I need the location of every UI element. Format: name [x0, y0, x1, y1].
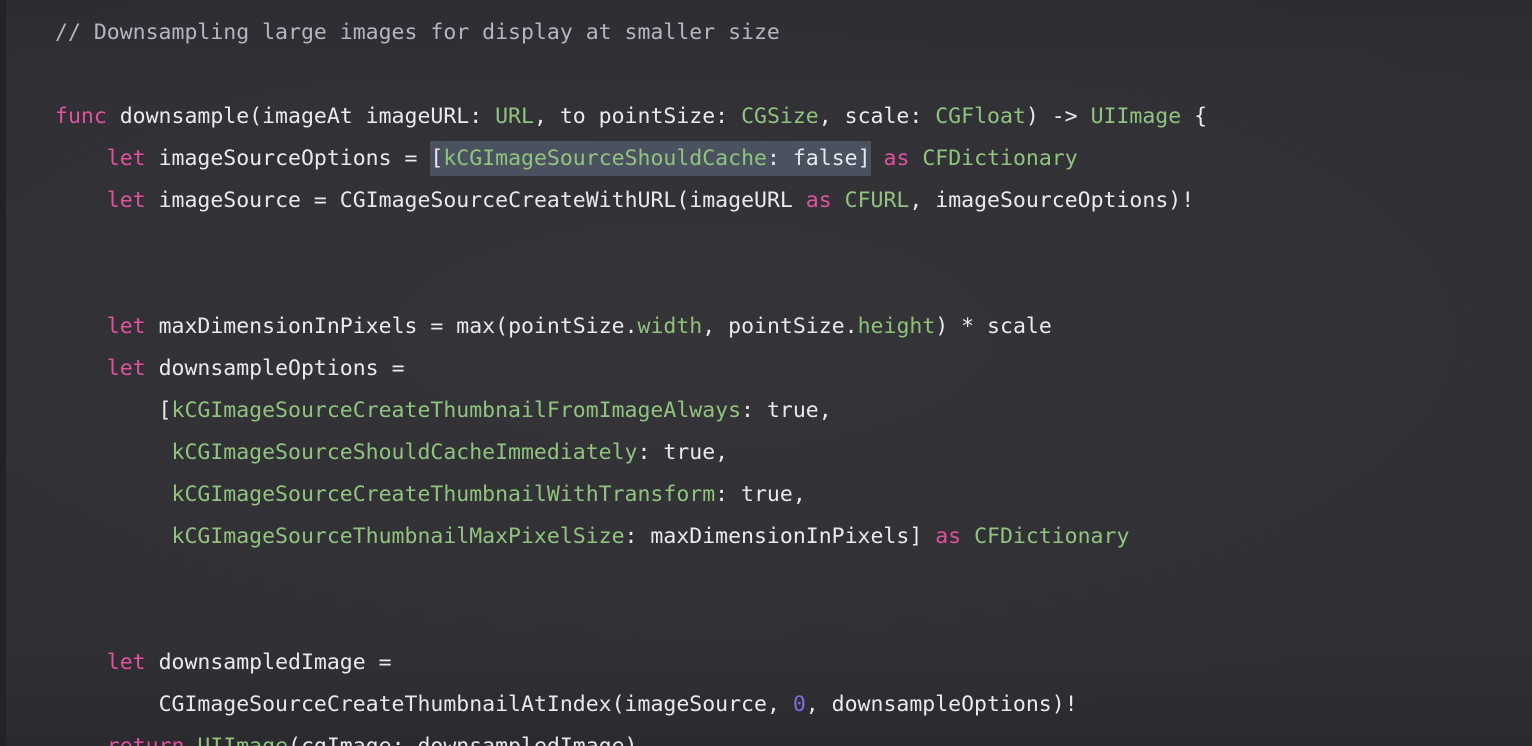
- code-line[interactable]: [6, 222, 1532, 264]
- code-token: ,: [715, 440, 729, 465]
- code-token: ) ->: [1025, 104, 1091, 129]
- code-token: height: [857, 314, 936, 339]
- code-token: downsampleOptions =: [145, 356, 405, 381]
- code-block[interactable]: // Downsampling large images for display…: [6, 0, 1532, 746]
- code-token: , imageSourceOptions)!: [909, 188, 1195, 213]
- code-token: , scale:: [818, 104, 936, 129]
- code-token: :: [715, 482, 742, 507]
- code-token: URL: [495, 104, 534, 129]
- code-token: kCGImageSourceThumbnailMaxPixelSize: [171, 524, 625, 549]
- code-token: :: [637, 440, 664, 465]
- code-token: {: [1181, 104, 1208, 129]
- code-token: CFURL: [844, 188, 910, 213]
- code-token: (pointSize.: [495, 314, 638, 339]
- code-token: max: [456, 314, 496, 339]
- code-token: true: [741, 482, 793, 507]
- code-token: [: [55, 398, 172, 423]
- code-token: (imageSource,: [611, 692, 793, 717]
- code-token: kCGImageSourceShouldCacheImmediately: [171, 440, 638, 465]
- code-token: imageSource =: [145, 188, 340, 213]
- code-line[interactable]: func downsample(imageAt imageURL: URL, t…: [6, 96, 1532, 138]
- code-line[interactable]: [6, 558, 1532, 600]
- code-token: downsample(imageAt imageURL:: [106, 104, 496, 129]
- code-token: imageSourceOptions =: [145, 146, 431, 171]
- code-token: CGFloat: [935, 104, 1026, 129]
- code-token: , pointSize.: [702, 314, 858, 339]
- code-token: CFDictionary: [974, 524, 1130, 549]
- code-line[interactable]: [6, 600, 1532, 642]
- code-token: as: [935, 524, 962, 549]
- code-token: (cgImage: downsampledImage): [288, 734, 638, 746]
- code-token: return: [107, 734, 185, 746]
- selected-code-token: :: [766, 141, 793, 176]
- code-token: kCGImageSourceCreateThumbnailFromImageAl…: [171, 398, 742, 423]
- code-editor-surface[interactable]: // Downsampling large images for display…: [0, 0, 1532, 746]
- code-token: 0: [792, 692, 806, 717]
- code-line[interactable]: [6, 264, 1532, 306]
- code-line[interactable]: [6, 54, 1532, 96]
- code-token: :: [741, 398, 767, 423]
- code-token: UIImage: [1090, 104, 1182, 129]
- code-token: func: [55, 104, 107, 129]
- code-token: true: [663, 440, 716, 465]
- selected-code-token: [: [430, 141, 444, 176]
- code-token: CFDictionary: [922, 146, 1078, 171]
- code-line[interactable]: kCGImageSourceCreateThumbnailWithTransfo…: [6, 474, 1532, 516]
- code-line[interactable]: // Downsampling large images for display…: [6, 12, 1532, 54]
- code-token: let: [106, 146, 146, 171]
- code-line[interactable]: CGImageSourceCreateThumbnailAtIndex(imag…: [6, 684, 1532, 726]
- code-token: ,: [792, 482, 806, 507]
- code-token: ) * scale: [935, 314, 1052, 339]
- code-token: , downsampleOptions)!: [805, 692, 1078, 717]
- code-token: ,: [818, 398, 832, 423]
- code-token: : maxDimensionInPixels]: [624, 524, 936, 549]
- code-token: CGSize: [741, 104, 819, 129]
- code-token: downsampledImage =: [145, 650, 392, 675]
- code-line[interactable]: kCGImageSourceShouldCacheImmediately: tr…: [6, 432, 1532, 474]
- code-line[interactable]: [kCGImageSourceCreateThumbnailFromImageA…: [6, 390, 1532, 432]
- code-token: as: [883, 146, 910, 171]
- selected-code-token: false: [792, 141, 858, 176]
- code-token: CGImageSourceCreateWithURL: [339, 188, 677, 213]
- code-line[interactable]: let imageSource = CGImageSourceCreateWit…: [6, 180, 1532, 222]
- code-token: let: [106, 188, 146, 213]
- code-line[interactable]: let downsampleOptions =: [6, 348, 1532, 390]
- code-token: width: [637, 314, 703, 339]
- selected-code-token: ]: [857, 141, 871, 176]
- code-line[interactable]: kCGImageSourceThumbnailMaxPixelSize: max…: [6, 516, 1532, 558]
- code-token: // Downsampling large images for display…: [55, 20, 780, 45]
- code-token: as: [805, 188, 832, 213]
- code-line[interactable]: return UIImage(cgImage: downsampledImage…: [6, 726, 1532, 746]
- code-line[interactable]: let downsampledImage =: [6, 642, 1532, 684]
- code-line[interactable]: let imageSourceOptions = [kCGImageSource…: [6, 138, 1532, 180]
- code-token: , to pointSize:: [533, 104, 742, 129]
- code-token: UIImage: [197, 734, 288, 746]
- code-token: kCGImageSourceCreateThumbnailWithTransfo…: [171, 482, 716, 507]
- code-token: CGImageSourceCreateThumbnailAtIndex: [158, 692, 612, 717]
- selected-code-token: kCGImageSourceShouldCache: [443, 141, 767, 176]
- code-line[interactable]: let maxDimensionInPixels = max(pointSize…: [6, 306, 1532, 348]
- code-token: true: [766, 398, 819, 423]
- code-token: let: [106, 356, 146, 381]
- code-token: let: [106, 650, 146, 675]
- code-token: maxDimensionInPixels =: [145, 314, 457, 339]
- code-token: (imageURL: [676, 188, 806, 213]
- code-token: let: [106, 314, 146, 339]
